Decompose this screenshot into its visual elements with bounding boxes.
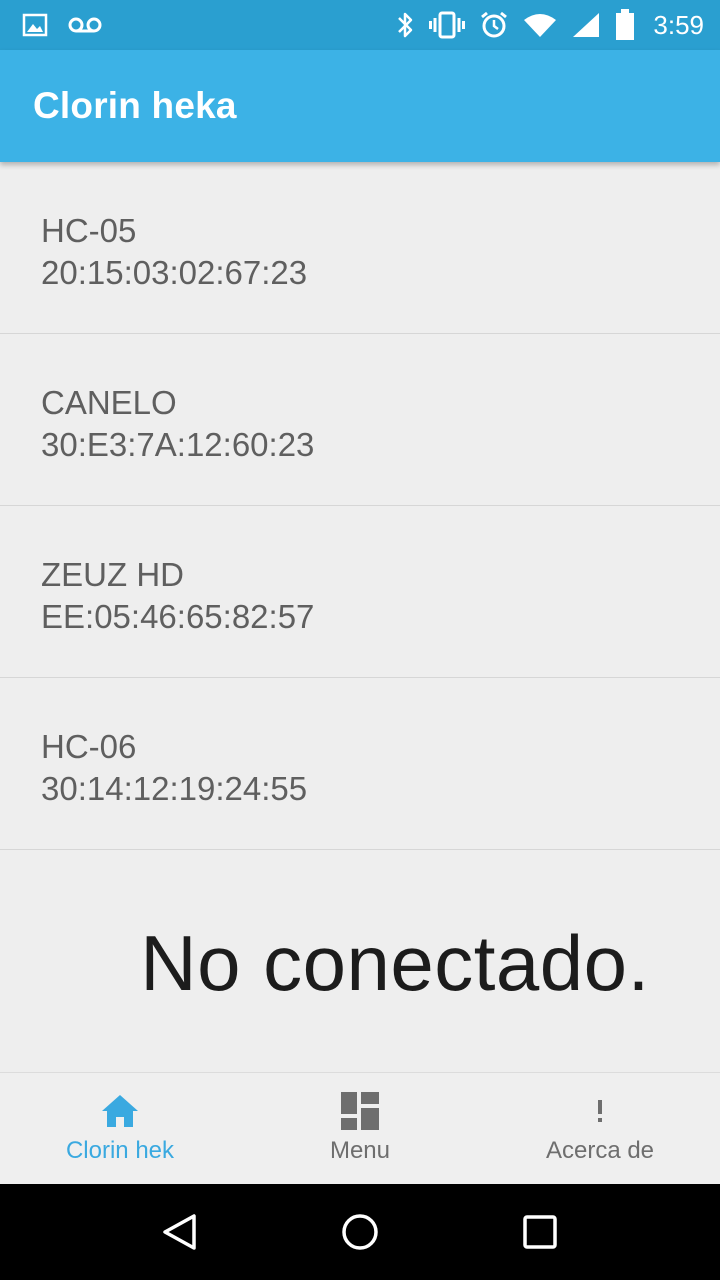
device-address: 30:14:12:19:24:55: [41, 770, 308, 807]
bluetooth-icon: [395, 10, 415, 40]
nav-item-menu[interactable]: Menu: [240, 1073, 480, 1184]
image-icon: [22, 13, 48, 37]
app-bar: Clorin heka: [0, 50, 720, 162]
voicemail-icon: [68, 16, 102, 34]
device-address: EE:05:46:65:82:57: [41, 598, 315, 635]
status-left: [22, 13, 102, 37]
nav-item-about[interactable]: Acerca de: [480, 1073, 720, 1184]
home-circle-icon: [342, 1214, 378, 1250]
device-name: ZEUZ HD: [41, 556, 184, 593]
wifi-icon: [523, 12, 557, 38]
battery-icon: [615, 9, 635, 41]
recents-button[interactable]: [510, 1202, 570, 1262]
device-list-item[interactable]: HC-06 30:14:12:19:24:55: [0, 678, 720, 850]
device-name: CANELO: [41, 384, 177, 421]
status-bar: 3:59: [0, 0, 720, 50]
device-list-item[interactable]: CANELO 30:E3:7A:12:60:23: [0, 334, 720, 506]
home-icon: [100, 1091, 140, 1131]
alarm-icon: [479, 10, 509, 40]
nav-label: Menu: [329, 1137, 391, 1164]
dashboard-icon: [341, 1091, 379, 1131]
back-button[interactable]: [150, 1202, 210, 1262]
home-button[interactable]: [330, 1202, 390, 1262]
recents-square-icon: [523, 1215, 557, 1249]
device-name: HC-05: [41, 212, 137, 249]
device-list-item[interactable]: HC-05 20:15:03:02:67:23: [0, 162, 720, 334]
vibrate-icon: [429, 11, 466, 39]
nav-label: Clorin hek: [65, 1137, 175, 1164]
connection-status: No conectado.: [140, 919, 650, 1007]
device-list[interactable]: HC-05 20:15:03:02:67:23 CANELO 30:E3:7A:…: [0, 162, 720, 904]
status-right: 3:59: [395, 9, 704, 41]
back-triangle-icon: [163, 1214, 196, 1250]
nav-item-home[interactable]: Clorin hek: [0, 1073, 240, 1184]
bottom-navigation: Clorin hek Menu Acerca de: [0, 1072, 720, 1184]
device-address: 20:15:03:02:67:23: [41, 254, 308, 291]
status-time: 3:59: [653, 9, 704, 40]
nav-label: Acerca de: [545, 1137, 655, 1164]
device-list-item-partial[interactable]: [0, 850, 720, 904]
app-title: Clorin heka: [33, 85, 237, 126]
device-name: HC-06: [41, 728, 137, 765]
exclamation-icon: [595, 1091, 605, 1131]
signal-icon: [571, 11, 601, 39]
device-address: 30:E3:7A:12:60:23: [41, 426, 315, 463]
system-navigation-bar: [0, 1184, 720, 1280]
device-list-item[interactable]: ZEUZ HD EE:05:46:65:82:57: [0, 506, 720, 678]
